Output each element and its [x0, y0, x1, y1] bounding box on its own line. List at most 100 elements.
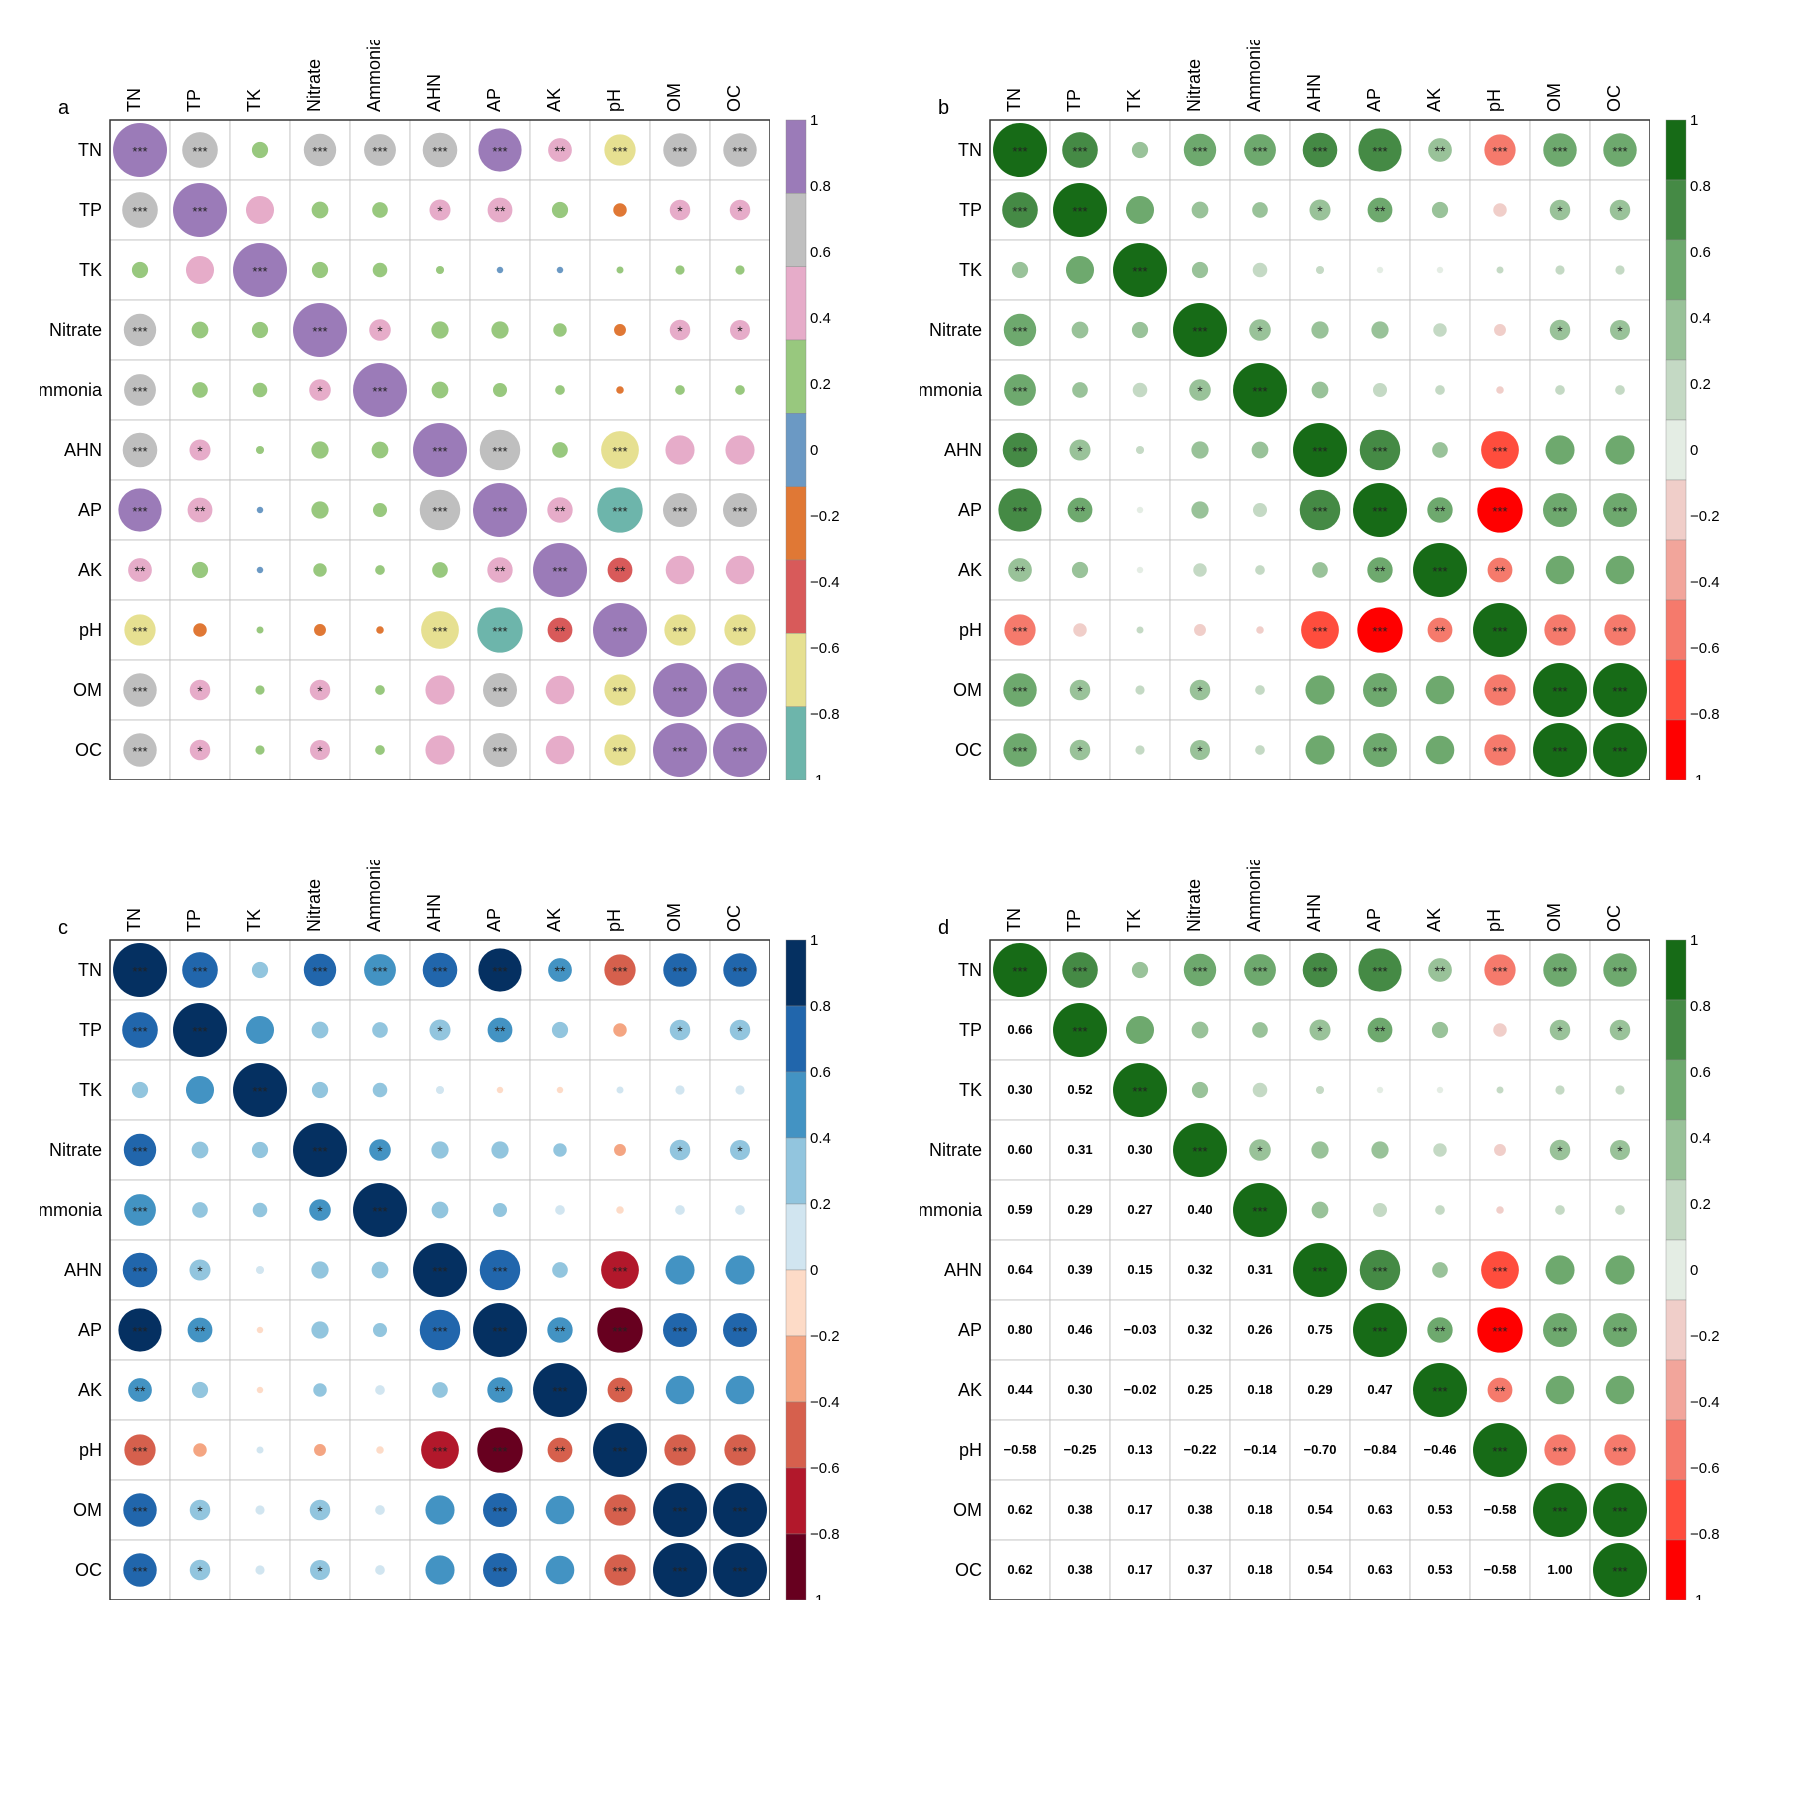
sig-stars: * [377, 323, 383, 339]
sig-stars: * [677, 1143, 683, 1159]
sig-stars: *** [1192, 1144, 1207, 1159]
corr-circle [1615, 265, 1624, 274]
sig-stars: *** [1372, 444, 1387, 459]
sig-stars: *** [1252, 384, 1267, 399]
sig-stars: * [1257, 1143, 1263, 1159]
col-label: TN [124, 88, 144, 112]
col-label: OM [1544, 903, 1564, 932]
corr-circle [1545, 1255, 1574, 1284]
corr-circle [1253, 503, 1267, 517]
corr-circle [1253, 263, 1268, 278]
col-label: AK [544, 88, 564, 112]
sig-stars: *** [132, 1264, 147, 1279]
corr-value: 0.54 [1307, 1502, 1333, 1517]
legend-tick: −0.4 [810, 574, 840, 591]
corr-circle [257, 507, 263, 513]
sig-stars: * [677, 203, 683, 219]
corr-circle [431, 321, 448, 338]
legend-tick: 0.8 [810, 178, 831, 195]
corr-matrix: aTNTPTKNitrateAmmoniaAHNAPAKpHOMOCTNTPTK… [40, 40, 770, 780]
corr-circle [1546, 1376, 1575, 1405]
sig-stars: *** [732, 1324, 747, 1339]
legend-tick: -1 [810, 772, 823, 780]
sig-stars: *** [432, 624, 447, 639]
sig-stars: * [1077, 683, 1083, 699]
sig-stars: *** [312, 324, 327, 339]
corr-value: 0.18 [1247, 1382, 1272, 1397]
sig-stars: *** [132, 1204, 147, 1219]
corr-circle [1615, 385, 1625, 395]
legend-tick: 0.4 [810, 1130, 831, 1147]
sig-stars: *** [1372, 144, 1387, 159]
corr-circle [1493, 203, 1507, 217]
corr-circle [1555, 1085, 1564, 1094]
sig-stars: *** [612, 1324, 627, 1339]
corr-circle [614, 1144, 626, 1156]
sig-stars: *** [132, 624, 147, 639]
sig-stars: *** [192, 144, 207, 159]
corr-circle [735, 265, 744, 274]
sig-stars: *** [1012, 684, 1027, 699]
sig-stars: *** [1312, 1264, 1327, 1279]
sig-stars: *** [1372, 744, 1387, 759]
legend-tick: −0.4 [1690, 1394, 1720, 1411]
sig-stars: * [677, 1023, 683, 1039]
sig-stars: *** [1192, 144, 1207, 159]
corr-circle [432, 1202, 449, 1219]
legend-tick: −0.6 [810, 640, 840, 657]
sig-stars: *** [1072, 964, 1087, 979]
corr-circle [497, 1087, 503, 1093]
col-label: AK [544, 908, 564, 932]
col-label: TK [244, 909, 264, 932]
row-label: AK [958, 560, 982, 580]
sig-stars: * [1197, 743, 1203, 759]
corr-circle [425, 675, 454, 704]
row-label: OC [955, 740, 982, 760]
corr-circle [311, 1321, 328, 1338]
corr-circle [1132, 142, 1148, 158]
corr-circle [616, 266, 623, 273]
sig-stars: ** [495, 203, 506, 219]
legend-tick: -1 [1690, 772, 1703, 780]
corr-value: 0.15 [1127, 1262, 1152, 1277]
legend-tick: 1 [1690, 932, 1698, 949]
row-label: Ammonia [920, 380, 983, 400]
corr-value: 0.53 [1427, 1502, 1452, 1517]
legend-tick: 0.8 [1690, 998, 1711, 1015]
sig-stars: *** [432, 1444, 447, 1459]
corr-circle [616, 1086, 623, 1093]
col-label: TK [244, 89, 264, 112]
sig-stars: ** [555, 503, 566, 519]
sig-stars: *** [552, 1384, 567, 1399]
corr-value: −0.58 [1484, 1502, 1517, 1517]
corr-circle [425, 735, 454, 764]
corr-circle [616, 386, 624, 394]
sig-stars: *** [1192, 324, 1207, 339]
corr-value: 1.00 [1547, 1562, 1572, 1577]
corr-circle [614, 324, 626, 336]
corr-circle [255, 745, 264, 754]
sig-stars: ** [555, 1443, 566, 1459]
sig-stars: *** [132, 1444, 147, 1459]
sig-stars: ** [1495, 1383, 1506, 1399]
corr-circle [552, 1262, 568, 1278]
corr-circle [1192, 1082, 1208, 1098]
corr-circle [372, 442, 389, 459]
sig-stars: *** [1492, 144, 1507, 159]
row-label: pH [959, 1440, 982, 1460]
corr-circle [1066, 256, 1094, 284]
corr-circle [436, 1086, 444, 1094]
sig-stars: *** [492, 1504, 507, 1519]
corr-circle [312, 262, 328, 278]
sig-stars: *** [492, 1324, 507, 1339]
row-label: TK [959, 260, 982, 280]
sig-stars: ** [555, 963, 566, 979]
corr-value: 0.62 [1007, 1502, 1032, 1517]
sig-stars: * [1557, 1143, 1563, 1159]
sig-stars: *** [492, 444, 507, 459]
corr-circle [432, 382, 449, 399]
sig-stars: *** [612, 684, 627, 699]
corr-circle [193, 623, 207, 637]
sig-stars: * [1197, 383, 1203, 399]
sig-stars: *** [1432, 564, 1447, 579]
